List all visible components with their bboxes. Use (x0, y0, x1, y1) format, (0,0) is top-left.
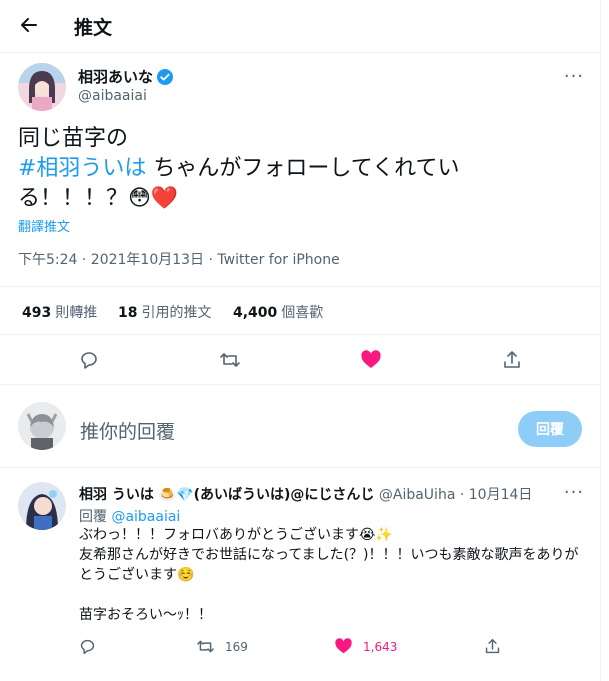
tweet-text-line: 同じ苗字の (18, 126, 129, 151)
more-options-button[interactable]: ··· (563, 65, 585, 87)
retweet-count[interactable]: 493 則轉推 (22, 302, 97, 322)
reply-text: ぶわっ！！！フォロバありがとうございます😭✨ 友希那さんが好きでお世話になってま… (79, 527, 579, 623)
submit-reply-button[interactable]: 回覆 (518, 411, 582, 447)
replying-to-label: 回覆 (79, 509, 107, 525)
author-name-row: 相羽あいな (78, 66, 174, 87)
tweet-text-line: #相羽ういは ちゃんがフォローしてくれてい (18, 154, 588, 184)
arrow-left-icon (21, 18, 37, 32)
author-avatar[interactable] (18, 63, 66, 111)
tweet-detail-page: 推文 相羽あいな @aibaaiai ··· 同じ苗字の #相羽ういは ちゃんが… (0, 0, 601, 681)
reply-input[interactable]: 推你的回覆 (80, 417, 175, 444)
heart-filled-icon (335, 638, 352, 654)
share-icon (485, 638, 500, 654)
translate-tweet-link[interactable]: 翻譯推文 (18, 216, 70, 235)
retweet-action-button[interactable] (218, 348, 242, 372)
tweet-timestamp[interactable]: 下午5:24 · 2021年10月13日 · Twitter for iPhon… (18, 249, 340, 269)
like-action-button[interactable] (359, 348, 383, 372)
heart-filled-icon (361, 350, 381, 368)
stat-number: 18 (118, 305, 138, 321)
engagement-stats: 493 則轉推 18 引用的推文 4,400 個喜歡 (0, 286, 601, 335)
reply-share-button[interactable] (484, 638, 501, 655)
reply-like-button[interactable]: 1,643 (334, 638, 397, 655)
reply-author-handle[interactable]: @AibaUiha (379, 487, 456, 503)
reply-date[interactable]: · 10月14日 (460, 487, 533, 503)
page-title: 推文 (74, 17, 113, 39)
reply-action-button[interactable] (77, 348, 101, 372)
tweet-text-fragment: ちゃんがフォローしてくれてい (146, 156, 460, 181)
share-icon (504, 351, 520, 368)
page-header: 推文 (0, 0, 601, 53)
reply-author-row: 相羽 ういは 🍮💎(あいばういは)@にじさんじ @AibaUiha · 10月1… (79, 484, 532, 504)
stat-label: 個喜歡 (281, 305, 324, 321)
retweet-icon (197, 640, 214, 653)
reply-author-avatar[interactable] (18, 482, 66, 530)
reply-reply-button[interactable] (79, 638, 96, 655)
reply-tweet[interactable]: 相羽 ういは 🍮💎(あいばういは)@にじさんじ @AibaUiha · 10月1… (0, 468, 601, 681)
tweet-text-line: る！！！？😳❤️ (18, 186, 179, 211)
more-dots-icon: ··· (563, 65, 585, 87)
compose-reply: 推你的回覆 回覆 (0, 385, 601, 468)
share-action-button[interactable] (500, 348, 524, 372)
more-dots-icon: ··· (563, 481, 585, 503)
verified-badge-icon (157, 68, 174, 85)
like-count[interactable]: 4,400 個喜歡 (233, 302, 323, 322)
replying-to: 回覆 @aibaaiai (79, 506, 180, 526)
reply-icon (81, 352, 97, 369)
stat-label: 引用的推文 (141, 305, 212, 321)
stat-label: 則轉推 (55, 305, 98, 321)
author-handle[interactable]: @aibaaiai (78, 88, 147, 104)
author-display-name[interactable]: 相羽あいな (78, 66, 153, 87)
reply-author-display-name[interactable]: 相羽 ういは 🍮💎(あいばういは)@にじさんじ (79, 487, 374, 503)
hashtag-link[interactable]: #相羽ういは (18, 156, 146, 181)
tweet-text: 同じ苗字の #相羽ういは ちゃんがフォローしてくれてい る！！！？😳❤️ (18, 124, 588, 214)
reply-icon (80, 639, 95, 655)
stat-number: 4,400 (233, 305, 278, 321)
quote-tweet-count[interactable]: 18 引用的推文 (118, 302, 211, 322)
reply-like-count: 1,643 (363, 639, 398, 654)
tweet-action-bar (0, 335, 601, 385)
current-user-avatar[interactable] (18, 402, 66, 450)
retweet-icon (220, 353, 240, 367)
reply-retweet-button[interactable]: 169 (196, 638, 248, 655)
replying-to-handle-link[interactable]: @aibaaiai (111, 509, 180, 525)
back-button[interactable] (14, 10, 44, 40)
reply-retweet-count: 169 (225, 639, 248, 654)
reply-more-options-button[interactable]: ··· (563, 481, 585, 503)
stat-number: 493 (22, 305, 52, 321)
